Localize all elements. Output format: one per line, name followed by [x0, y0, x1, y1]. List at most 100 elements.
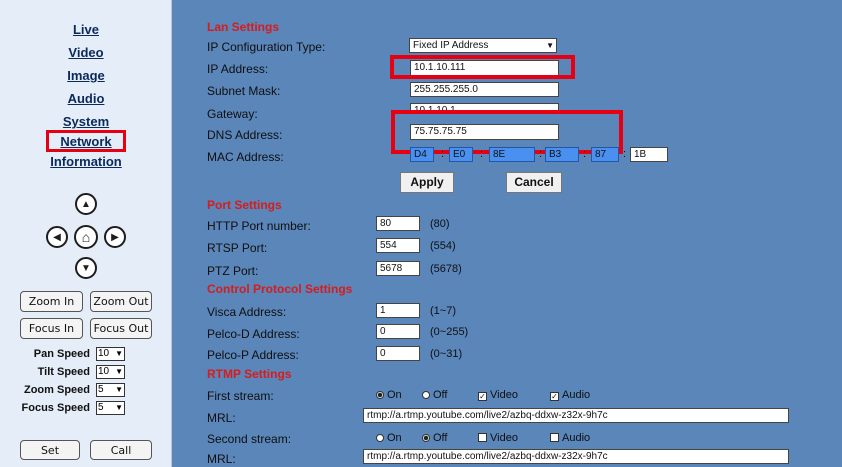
- ptz-left-icon[interactable]: ◀: [46, 226, 68, 248]
- chevron-down-icon: ▼: [546, 41, 554, 50]
- focus-out-button[interactable]: Focus Out: [90, 318, 152, 339]
- ptz-down-icon[interactable]: ▼: [75, 257, 97, 279]
- main-panel: Lan Settings IP Configuration Type: Fixe…: [173, 0, 842, 467]
- mac-octet-3[interactable]: 8E: [489, 147, 535, 162]
- first-stream-off-radio[interactable]: Off: [422, 389, 447, 401]
- lan-settings-heading: Lan Settings: [207, 20, 280, 34]
- first-stream-label: First stream:: [207, 389, 274, 403]
- second-stream-video-checkbox[interactable]: Video: [478, 432, 518, 444]
- pelco-p-input[interactable]: 0: [376, 346, 420, 361]
- pelco-d-input[interactable]: 0: [376, 324, 420, 339]
- focus-in-button[interactable]: Focus In: [20, 318, 83, 339]
- second-stream-audio-checkbox[interactable]: Audio: [550, 432, 590, 444]
- chevron-down-icon: ▼: [115, 385, 123, 394]
- first-stream-audio-checkbox[interactable]: ✓ Audio: [550, 389, 590, 401]
- mac-octet-6[interactable]: 1B: [630, 147, 668, 162]
- second-mrl-input[interactable]: rtmp://a.rtmp.youtube.com/live2/azbq-ddx…: [363, 449, 789, 464]
- ip-config-value: Fixed IP Address: [413, 40, 489, 51]
- preset-call-button[interactable]: Call: [90, 440, 152, 460]
- mac-separator: :: [539, 148, 543, 160]
- first-stream-audio-label: Audio: [562, 389, 591, 401]
- zoom-speed-label: Zoom Speed: [23, 384, 90, 396]
- tilt-speed-value: 10: [98, 366, 110, 377]
- ptz-right-icon[interactable]: ▶: [104, 226, 126, 248]
- mac-separator: :: [623, 148, 627, 160]
- first-stream-on-radio[interactable]: On: [376, 389, 402, 401]
- nav-audio[interactable]: Audio: [0, 91, 172, 106]
- first-stream-on-label: On: [387, 389, 402, 401]
- radio-unselected-icon: [422, 391, 430, 399]
- first-stream-off-label: Off: [433, 389, 448, 401]
- ip-config-select[interactable]: Fixed IP Address ▼: [409, 38, 557, 53]
- tilt-speed-select[interactable]: 10 ▼: [96, 365, 125, 379]
- ptz-port-label: PTZ Port:: [207, 264, 259, 278]
- ip-config-label: IP Configuration Type:: [207, 40, 326, 54]
- radio-selected-icon: [422, 434, 430, 442]
- second-stream-audio-label: Audio: [562, 432, 591, 444]
- mac-address-label: MAC Address:: [207, 150, 284, 164]
- zoom-speed-value: 5: [98, 384, 104, 395]
- http-port-label: HTTP Port number:: [207, 219, 311, 233]
- focus-speed-select[interactable]: 5 ▼: [96, 401, 125, 415]
- mac-separator: :: [583, 148, 587, 160]
- first-stream-video-label: Video: [490, 389, 518, 401]
- focus-speed-label: Focus Speed: [21, 402, 90, 414]
- rtsp-port-hint: (554): [430, 240, 456, 252]
- nav-image[interactable]: Image: [0, 68, 172, 83]
- ptz-port-input[interactable]: 5678: [376, 261, 420, 276]
- ptz-home-icon[interactable]: ⌂: [74, 225, 98, 249]
- rtsp-port-input[interactable]: 554: [376, 238, 420, 253]
- rtmp-settings-heading: RTMP Settings: [207, 367, 292, 381]
- zoom-out-button[interactable]: Zoom Out: [90, 291, 152, 312]
- first-mrl-label: MRL:: [207, 411, 236, 425]
- visca-address-input[interactable]: 1: [376, 303, 420, 318]
- second-stream-on-radio[interactable]: On: [376, 432, 402, 444]
- pelco-d-hint: (0~255): [430, 326, 469, 338]
- radio-unselected-icon: [376, 434, 384, 442]
- chevron-down-icon: ▼: [115, 349, 123, 358]
- first-mrl-input[interactable]: rtmp://a.rtmp.youtube.com/live2/azbq-ddx…: [363, 408, 789, 423]
- ip-address-label: IP Address:: [207, 62, 269, 76]
- http-port-hint: (80): [430, 218, 450, 230]
- second-stream-off-radio[interactable]: Off: [422, 432, 447, 444]
- pelco-d-label: Pelco-D Address:: [207, 327, 300, 341]
- dns-address-label: DNS Address:: [207, 128, 283, 142]
- mac-octet-4[interactable]: B3: [545, 147, 579, 162]
- checkbox-checked-icon: ✓: [550, 392, 559, 401]
- checkbox-unchecked-icon: [550, 433, 559, 442]
- focus-speed-value: 5: [98, 402, 104, 413]
- preset-set-button[interactable]: Set: [20, 440, 80, 460]
- subnet-mask-label: Subnet Mask:: [207, 84, 281, 98]
- zoom-in-button[interactable]: Zoom In: [20, 291, 83, 312]
- pan-speed-label: Pan Speed: [33, 348, 90, 360]
- mac-separator: :: [441, 148, 445, 160]
- radio-selected-icon: [376, 391, 384, 399]
- second-stream-off-label: Off: [433, 432, 448, 444]
- cancel-button[interactable]: Cancel: [506, 172, 562, 193]
- nav-information[interactable]: Information: [0, 154, 172, 169]
- pan-speed-select[interactable]: 10 ▼: [96, 347, 125, 361]
- nav-system[interactable]: System: [0, 114, 172, 129]
- nav-live[interactable]: Live: [0, 22, 172, 37]
- chevron-down-icon: ▼: [115, 367, 123, 376]
- ptz-up-icon[interactable]: ▲: [75, 193, 97, 215]
- pelco-p-label: Pelco-P Address:: [207, 348, 299, 362]
- checkbox-unchecked-icon: [478, 433, 487, 442]
- chevron-down-icon: ▼: [115, 403, 123, 412]
- mac-octet-2[interactable]: E0: [449, 147, 473, 162]
- pelco-p-hint: (0~31): [430, 348, 463, 360]
- checkbox-checked-icon: ✓: [478, 392, 487, 401]
- mac-octet-5[interactable]: 87: [591, 147, 619, 162]
- second-mrl-label: MRL:: [207, 452, 236, 466]
- first-stream-video-checkbox[interactable]: ✓ Video: [478, 389, 518, 401]
- rtsp-port-label: RTSP Port:: [207, 241, 268, 255]
- zoom-speed-select[interactable]: 5 ▼: [96, 383, 125, 397]
- apply-button[interactable]: Apply: [400, 172, 454, 193]
- mac-octet-1[interactable]: D4: [410, 147, 434, 162]
- nav-video[interactable]: Video: [0, 45, 172, 60]
- ptz-port-hint: (5678): [430, 263, 462, 275]
- pan-speed-value: 10: [98, 348, 110, 359]
- subnet-mask-input[interactable]: 255.255.255.0: [410, 82, 559, 97]
- http-port-input[interactable]: 80: [376, 216, 420, 231]
- tilt-speed-label: Tilt Speed: [37, 366, 90, 378]
